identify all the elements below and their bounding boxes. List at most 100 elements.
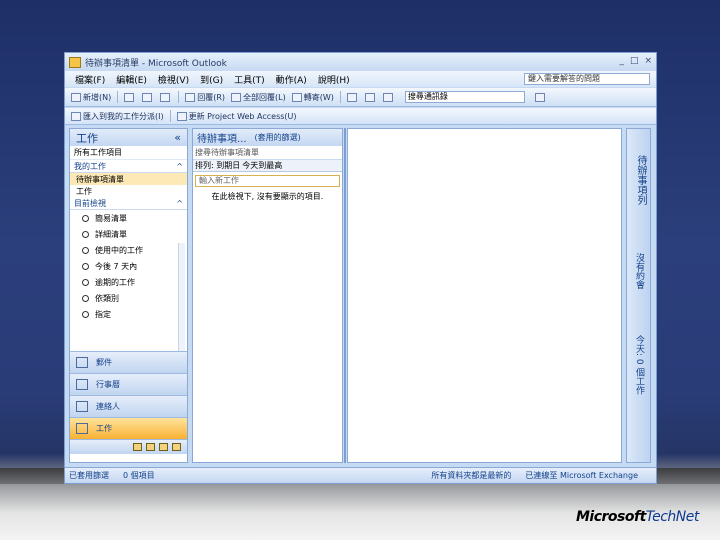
import-assignments-button[interactable]: 匯入到我的工作分派(I) xyxy=(71,111,164,122)
move-button[interactable] xyxy=(142,92,154,102)
chevron-up-icon[interactable]: ^ xyxy=(176,162,183,171)
outlook-app-icon xyxy=(69,56,81,68)
nav-pane-title: 工作 xyxy=(76,131,98,145)
tasks-button[interactable]: 工作 xyxy=(70,417,187,439)
my-tasks-section[interactable]: 我的工作 ^ xyxy=(70,160,187,173)
categorize-icon xyxy=(346,92,357,102)
pane-divider[interactable] xyxy=(344,128,346,463)
radio-icon xyxy=(82,278,89,286)
contacts-button[interactable]: 連絡人 xyxy=(70,395,187,417)
list-header: 待辦事項... (套用的篩選) xyxy=(193,129,342,146)
help-button[interactable] xyxy=(534,92,547,102)
reply-button[interactable]: 回覆(R) xyxy=(185,92,225,103)
view-option[interactable]: 指定 xyxy=(70,306,187,322)
tasks-icon xyxy=(76,423,88,434)
calendar-button[interactable]: 行事曆 xyxy=(70,373,187,395)
address-search-input[interactable]: 搜尋通訊錄 xyxy=(404,91,525,103)
minimize-button[interactable]: _ xyxy=(619,56,624,66)
menu-edit[interactable]: 編輯(E) xyxy=(116,73,147,86)
update-icon xyxy=(176,111,187,121)
reply-all-button[interactable]: 全部回覆(L) xyxy=(231,92,286,103)
view-selector-label: 所有工作項目 xyxy=(74,148,122,157)
collapse-nav-icon[interactable]: « xyxy=(174,131,181,144)
new-button[interactable]: 新增(N) xyxy=(71,92,111,103)
navigation-pane: 工作 « 所有工作項目 我的工作 ^ 待辦事項清單 工作 目前檢視 ^ 簡易清單… xyxy=(69,128,188,463)
view-option[interactable]: 簡易清單 xyxy=(70,210,187,226)
new-task-icon xyxy=(71,92,81,102)
flag-icon xyxy=(364,92,375,102)
nav-pane-header: 工作 « xyxy=(70,129,187,146)
delete-button[interactable] xyxy=(160,92,172,102)
update-project-button[interactable]: 更新 Project Web Access(U) xyxy=(176,111,297,122)
help-icon xyxy=(534,92,545,102)
address-book-icon xyxy=(382,92,393,102)
instant-search-input[interactable]: 搜尋待辦事項清單 xyxy=(193,146,342,160)
contacts-icon xyxy=(76,401,88,412)
radio-icon xyxy=(82,246,89,254)
list-title: 待辦事項... xyxy=(197,134,247,145)
move-icon xyxy=(142,92,153,102)
view-option[interactable]: 依類別 xyxy=(70,290,187,306)
reading-pane xyxy=(347,128,622,463)
current-view-header: 目前檢視 xyxy=(74,198,106,208)
column-header-row: 排列: 到期日 今天到最高 xyxy=(193,160,342,172)
menu-help[interactable]: 說明(H) xyxy=(318,73,350,86)
status-exchange-label: 已連線至 Microsoft Exchange xyxy=(525,471,638,480)
address-book-button[interactable] xyxy=(382,92,395,102)
reply-all-icon xyxy=(231,92,242,102)
delete-icon xyxy=(160,92,171,102)
forward-button[interactable]: 轉寄(W) xyxy=(291,92,334,103)
status-sync-label: 所有資料夾都是最新的 xyxy=(431,471,512,480)
view-option[interactable]: 使用中的工作 xyxy=(70,242,187,258)
view-option[interactable]: 逾期的工作 xyxy=(70,274,187,290)
window-title: 待辦事項清單 - Microsoft Outlook xyxy=(85,58,227,69)
chevron-up-icon[interactable]: ^ xyxy=(176,199,183,208)
menu-actions[interactable]: 動作(A) xyxy=(276,73,307,86)
forward-icon xyxy=(291,92,302,102)
status-right-group: 所有資料夾都是最新的 已連線至 Microsoft Exchange xyxy=(431,470,638,481)
nav-mini-buttons xyxy=(70,439,187,454)
view-option[interactable]: 今後 7 天內 xyxy=(70,258,187,274)
radio-icon xyxy=(82,262,89,270)
todo-calendar-label: 沒有約會 xyxy=(634,253,644,289)
menu-view[interactable]: 檢視(V) xyxy=(158,73,189,86)
import-icon xyxy=(71,111,81,121)
follow-up-button[interactable] xyxy=(364,92,377,102)
my-tasks-header: 我的工作 xyxy=(74,161,106,171)
filter-applied-label: (套用的篩選) xyxy=(254,133,301,142)
folder-tasks[interactable]: 工作 xyxy=(70,185,187,197)
close-button[interactable]: × xyxy=(644,56,652,66)
radio-icon xyxy=(82,230,89,238)
menu-file[interactable]: 檔案(F) xyxy=(75,73,105,86)
configure-buttons-icon[interactable] xyxy=(172,443,181,451)
menu-tools[interactable]: 工具(T) xyxy=(234,73,265,86)
todo-bar-title[interactable]: 待辦事項列 xyxy=(633,155,648,205)
calendar-icon xyxy=(76,379,88,390)
technet-logo: MicrosoftTechNet xyxy=(576,509,699,525)
outlook-window: 待辦事項清單 - Microsoft Outlook _ □ × 檔案(F) 編… xyxy=(64,52,657,484)
todo-bar: 待辦事項列 沒有約會 今天: 0 個工作 xyxy=(626,128,651,463)
title-bar: 待辦事項清單 - Microsoft Outlook _ □ × xyxy=(65,53,656,71)
shortcuts-icon[interactable] xyxy=(159,443,168,451)
help-search-input[interactable]: 鍵入需要解答的問題 xyxy=(524,73,650,85)
status-bar: 已套用篩選 0 個項目 所有資料夾都是最新的 已連線至 Microsoft Ex… xyxy=(65,467,656,483)
mail-button[interactable]: 郵件 xyxy=(70,351,187,373)
view-selector[interactable]: 所有工作項目 xyxy=(70,146,187,160)
window-controls: _ □ × xyxy=(619,56,652,66)
maximize-button[interactable]: □ xyxy=(630,56,639,66)
print-button[interactable] xyxy=(124,92,136,102)
sort-by-header[interactable]: 排列: 到期日 xyxy=(193,160,240,171)
menu-go[interactable]: 到(G) xyxy=(200,73,223,86)
standard-toolbar: 新增(N) 回覆(R) 全部回覆(L) 轉寄(W) 搜尋通訊錄 xyxy=(65,88,656,107)
brand-company: Microsoft xyxy=(576,509,646,525)
group-order-header[interactable]: 今天到最高 xyxy=(240,160,282,171)
new-task-input[interactable]: 輸入新工作 xyxy=(195,175,340,187)
categorize-button[interactable] xyxy=(346,92,359,102)
view-option[interactable]: 詳細清單 xyxy=(70,226,187,242)
notes-icon[interactable] xyxy=(133,443,142,451)
print-icon xyxy=(124,92,135,102)
folder-list-icon[interactable] xyxy=(146,443,155,451)
folder-todo-list[interactable]: 待辦事項清單 xyxy=(70,173,187,185)
current-view-section[interactable]: 目前檢視 ^ xyxy=(70,197,187,210)
toolbar-separator xyxy=(117,91,119,103)
